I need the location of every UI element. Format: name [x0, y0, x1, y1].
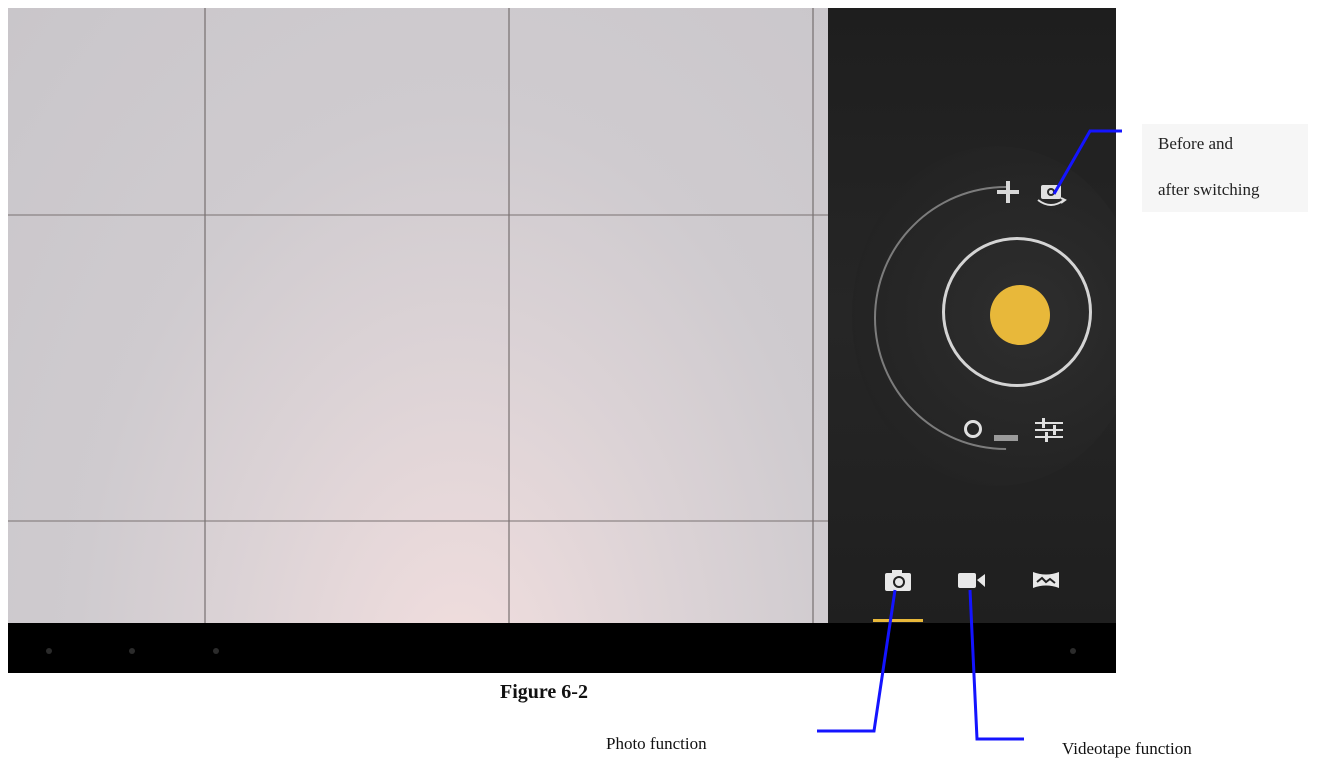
switch-camera-label-line2: after switching: [1158, 180, 1260, 199]
figure-caption: Figure 6-2: [500, 681, 588, 703]
videotape-function-label: Videotape function: [1062, 739, 1192, 758]
switch-camera-label-line1: Before and: [1158, 134, 1234, 153]
photo-function-label: Photo function: [606, 734, 707, 753]
annotation-leader-lines: [817, 129, 1122, 741]
